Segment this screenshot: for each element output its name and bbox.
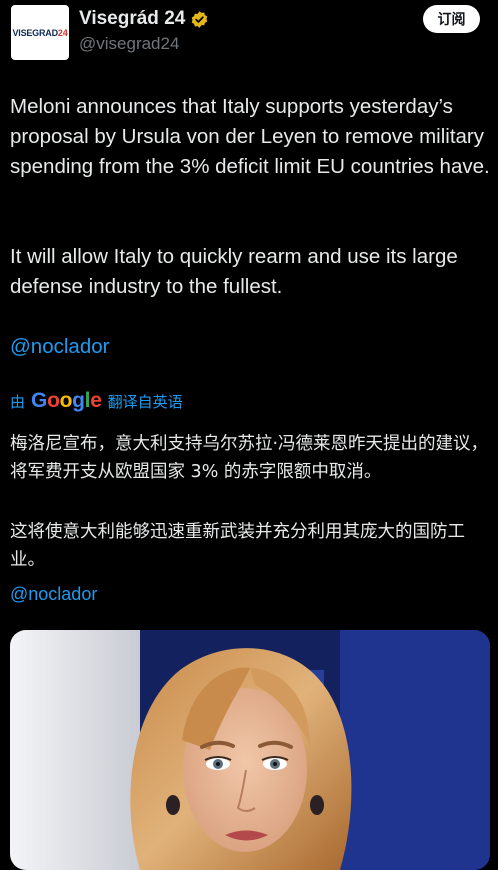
- translated-from-label: 翻译自英语: [107, 392, 183, 411]
- tweet-header: VISEGRAD24 Visegrád 24 @visegrad24 订阅: [0, 0, 498, 72]
- user-handle[interactable]: @visegrad24: [79, 34, 179, 54]
- translated-paragraph-1: 梅洛尼宣布，意大利支持乌尔苏拉·冯德莱恩昨天提出的建议，将军费开支从欧盟国家 3…: [10, 434, 489, 482]
- name-row: Visegrád 24: [79, 8, 209, 30]
- by-label: 由: [10, 392, 26, 411]
- display-name[interactable]: Visegrád 24: [79, 8, 185, 30]
- tweet-media-image[interactable]: [10, 630, 490, 870]
- mention-link[interactable]: @noclador: [10, 332, 109, 362]
- translated-mention-link[interactable]: @noclador: [10, 580, 97, 608]
- portrait-illustration: [10, 630, 490, 870]
- translated-paragraph-2: 这将使意大利能够迅速重新武装并充分利用其庞大的国防工业。: [10, 522, 465, 570]
- tweet-paragraph-2: It will allow Italy to quickly rearm and…: [10, 245, 458, 298]
- subscribe-button[interactable]: 订阅: [423, 5, 480, 33]
- avatar[interactable]: VISEGRAD24: [11, 5, 69, 60]
- google-logo: Google: [31, 389, 102, 412]
- tweet-paragraph-1: Meloni announces that Italy supports yes…: [10, 95, 490, 178]
- verified-badge-icon[interactable]: [190, 10, 209, 29]
- visegrad-logo: VISEGRAD24: [12, 27, 68, 38]
- translated-by-google[interactable]: 由 Google 翻译自英语: [10, 389, 183, 413]
